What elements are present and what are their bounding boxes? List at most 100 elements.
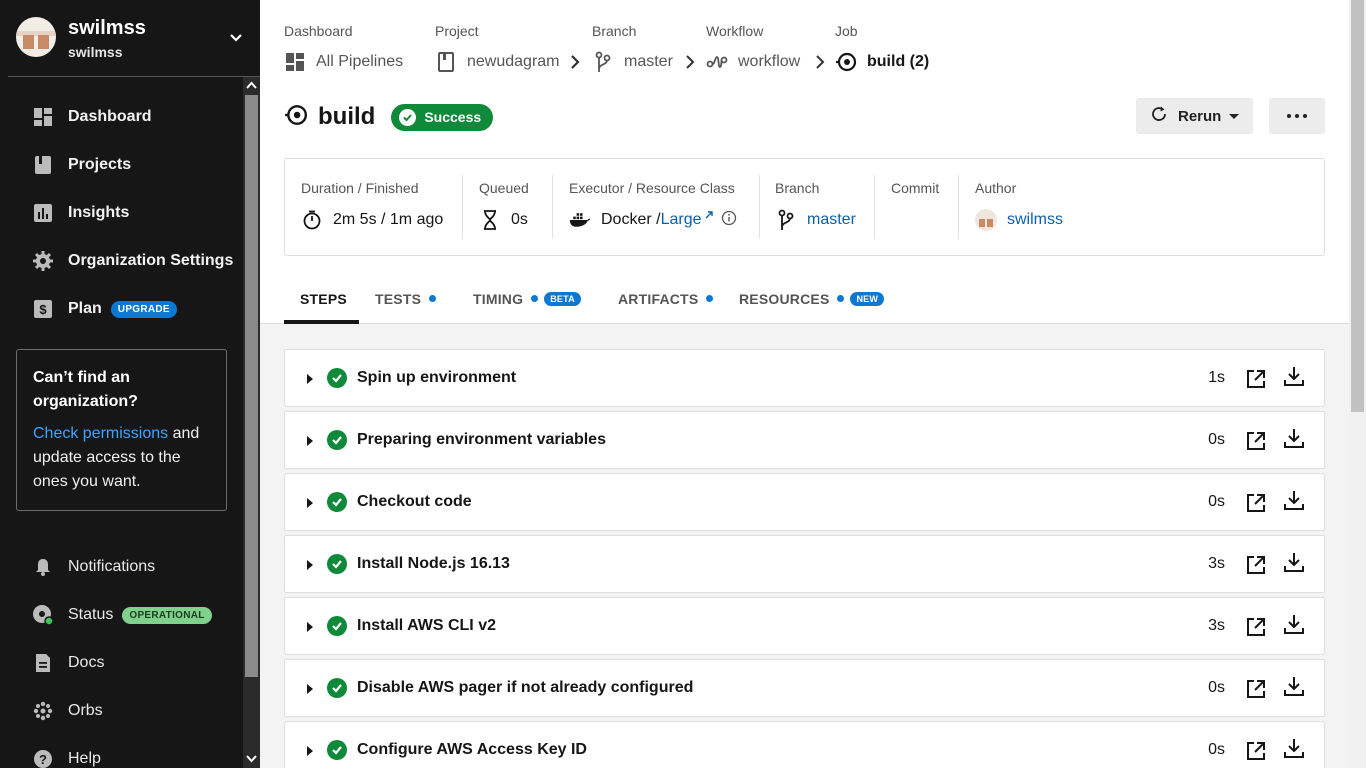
step-row[interactable]: Install Node.js 16.13 3s	[284, 535, 1325, 593]
orbs-icon	[32, 700, 54, 722]
success-check-icon	[327, 740, 347, 760]
commit-label: Commit	[891, 180, 940, 196]
expand-arrow-icon[interactable]	[307, 746, 313, 756]
open-external-icon[interactable]	[1245, 430, 1267, 452]
org-name: swilmss	[68, 17, 146, 39]
step-row[interactable]: Preparing environment variables 0s	[284, 411, 1325, 469]
expand-arrow-icon[interactable]	[307, 498, 313, 508]
dollar-icon: $	[32, 298, 54, 320]
breadcrumb-project[interactable]: newudagram	[435, 51, 560, 73]
sidebar-item-notifications[interactable]: Notifications	[32, 555, 155, 579]
step-row[interactable]: Checkout code 0s	[284, 473, 1325, 531]
step-duration: 3s	[1208, 555, 1225, 572]
step-row[interactable]: Disable AWS pager if not already configu…	[284, 659, 1325, 717]
step-row[interactable]: Spin up environment 1s	[284, 349, 1325, 407]
breadcrumb-branch[interactable]: master	[592, 51, 673, 73]
author-link[interactable]: swilmss	[1007, 211, 1063, 229]
tab-artifacts[interactable]: ARTIFACTS	[618, 283, 714, 324]
expand-arrow-icon[interactable]	[307, 622, 313, 632]
help-icon: ?	[32, 748, 54, 768]
branch-label: Branch	[775, 180, 820, 196]
breadcrumb-text: workflow	[738, 53, 801, 70]
tab-tests[interactable]: TESTS	[375, 283, 437, 324]
info-icon[interactable]	[721, 210, 737, 231]
check-permissions-link[interactable]: Check permissions	[33, 425, 168, 442]
breadcrumb-text: All Pipelines	[316, 53, 404, 70]
step-duration: 0s	[1208, 741, 1225, 758]
step-duration: 0s	[1208, 493, 1225, 510]
success-check-icon	[327, 430, 347, 450]
download-icon[interactable]	[1283, 427, 1305, 449]
chevron-right-icon	[816, 55, 825, 69]
sidebar-item-status[interactable]: Status OPERATIONAL	[32, 603, 212, 627]
sidebar-item-plan[interactable]: $ Plan UPGRADE	[32, 297, 177, 321]
open-external-icon[interactable]	[1245, 492, 1267, 514]
step-row[interactable]: Install AWS CLI v2 3s	[284, 597, 1325, 655]
open-external-icon[interactable]	[1245, 554, 1267, 576]
svg-text:?: ?	[39, 752, 47, 767]
breadcrumb-text: build (2)	[867, 53, 930, 70]
sidebar-item-label: Notifications	[68, 558, 156, 575]
author-label: Author	[975, 180, 1017, 196]
upgrade-badge[interactable]: UPGRADE	[110, 300, 177, 318]
breadcrumb-dashboard[interactable]: All Pipelines	[284, 51, 403, 73]
breadcrumb-workflow[interactable]: workflow	[706, 51, 800, 73]
stopwatch-icon	[301, 209, 323, 231]
executor-text: Docker /	[601, 211, 661, 228]
tab-resources[interactable]: RESOURCES NEW	[739, 283, 885, 324]
gear-icon	[32, 250, 54, 272]
expand-arrow-icon[interactable]	[307, 374, 313, 384]
sidebar-item-insights[interactable]: Insights	[32, 201, 129, 225]
step-duration: 0s	[1208, 679, 1225, 696]
sidebar-item-organization-settings[interactable]: Organization Settings	[32, 249, 233, 273]
scroll-down-icon[interactable]	[245, 752, 258, 765]
more-options-button[interactable]	[1269, 98, 1325, 134]
rerun-button[interactable]: Rerun	[1136, 98, 1253, 134]
expand-arrow-icon[interactable]	[307, 560, 313, 570]
org-help-title: Can’t find an organization?	[33, 369, 138, 410]
org-username: swilmss	[68, 44, 123, 60]
resource-class-link[interactable]: Large	[661, 211, 702, 229]
tab-timing[interactable]: TIMING BETA	[473, 283, 581, 324]
sidebar-item-orbs[interactable]: Orbs	[32, 699, 103, 723]
step-name: Checkout code	[357, 493, 472, 510]
chevron-down-icon[interactable]	[226, 28, 246, 48]
docker-icon	[569, 209, 591, 231]
scroll-up-icon[interactable]	[245, 79, 258, 92]
tab-steps[interactable]: STEPS	[300, 283, 347, 324]
sidebar-scrollbar-thumb[interactable]	[245, 95, 258, 677]
sidebar-item-dashboard[interactable]: Dashboard	[32, 105, 152, 129]
open-external-icon[interactable]	[1245, 616, 1267, 638]
sidebar-item-projects[interactable]: Projects	[32, 153, 131, 177]
project-icon	[435, 51, 457, 73]
expand-arrow-icon[interactable]	[307, 684, 313, 694]
job-icon	[284, 103, 308, 132]
download-icon[interactable]	[1283, 489, 1305, 511]
branch-icon	[775, 209, 797, 231]
download-icon[interactable]	[1283, 675, 1305, 697]
download-icon[interactable]	[1283, 737, 1305, 759]
open-external-icon[interactable]	[1245, 740, 1267, 762]
more-dot	[1295, 114, 1299, 118]
sidebar-item-label: Help	[68, 750, 101, 767]
status-badge: OPERATIONAL	[122, 606, 212, 624]
download-icon[interactable]	[1283, 551, 1305, 573]
dashboard-icon	[284, 51, 306, 73]
open-external-icon[interactable]	[1245, 368, 1267, 390]
org-switcher[interactable]: swilmss swilmss	[0, 0, 260, 76]
tab-label: TIMING	[473, 291, 524, 307]
expand-arrow-icon[interactable]	[307, 436, 313, 446]
divider	[759, 175, 760, 239]
download-icon[interactable]	[1283, 613, 1305, 635]
sidebar-item-help[interactable]: ? Help	[32, 747, 101, 768]
success-check-icon	[327, 368, 347, 388]
author-value: swilmss	[975, 209, 1063, 231]
download-icon[interactable]	[1283, 365, 1305, 387]
status-icon	[32, 604, 54, 626]
branch-link[interactable]: master	[807, 211, 856, 229]
step-row[interactable]: Configure AWS Access Key ID 0s	[284, 721, 1325, 768]
open-external-icon[interactable]	[1245, 678, 1267, 700]
page-scrollbar-thumb[interactable]	[1351, 0, 1364, 412]
step-name: Spin up environment	[357, 369, 517, 386]
sidebar-item-docs[interactable]: Docs	[32, 651, 104, 675]
